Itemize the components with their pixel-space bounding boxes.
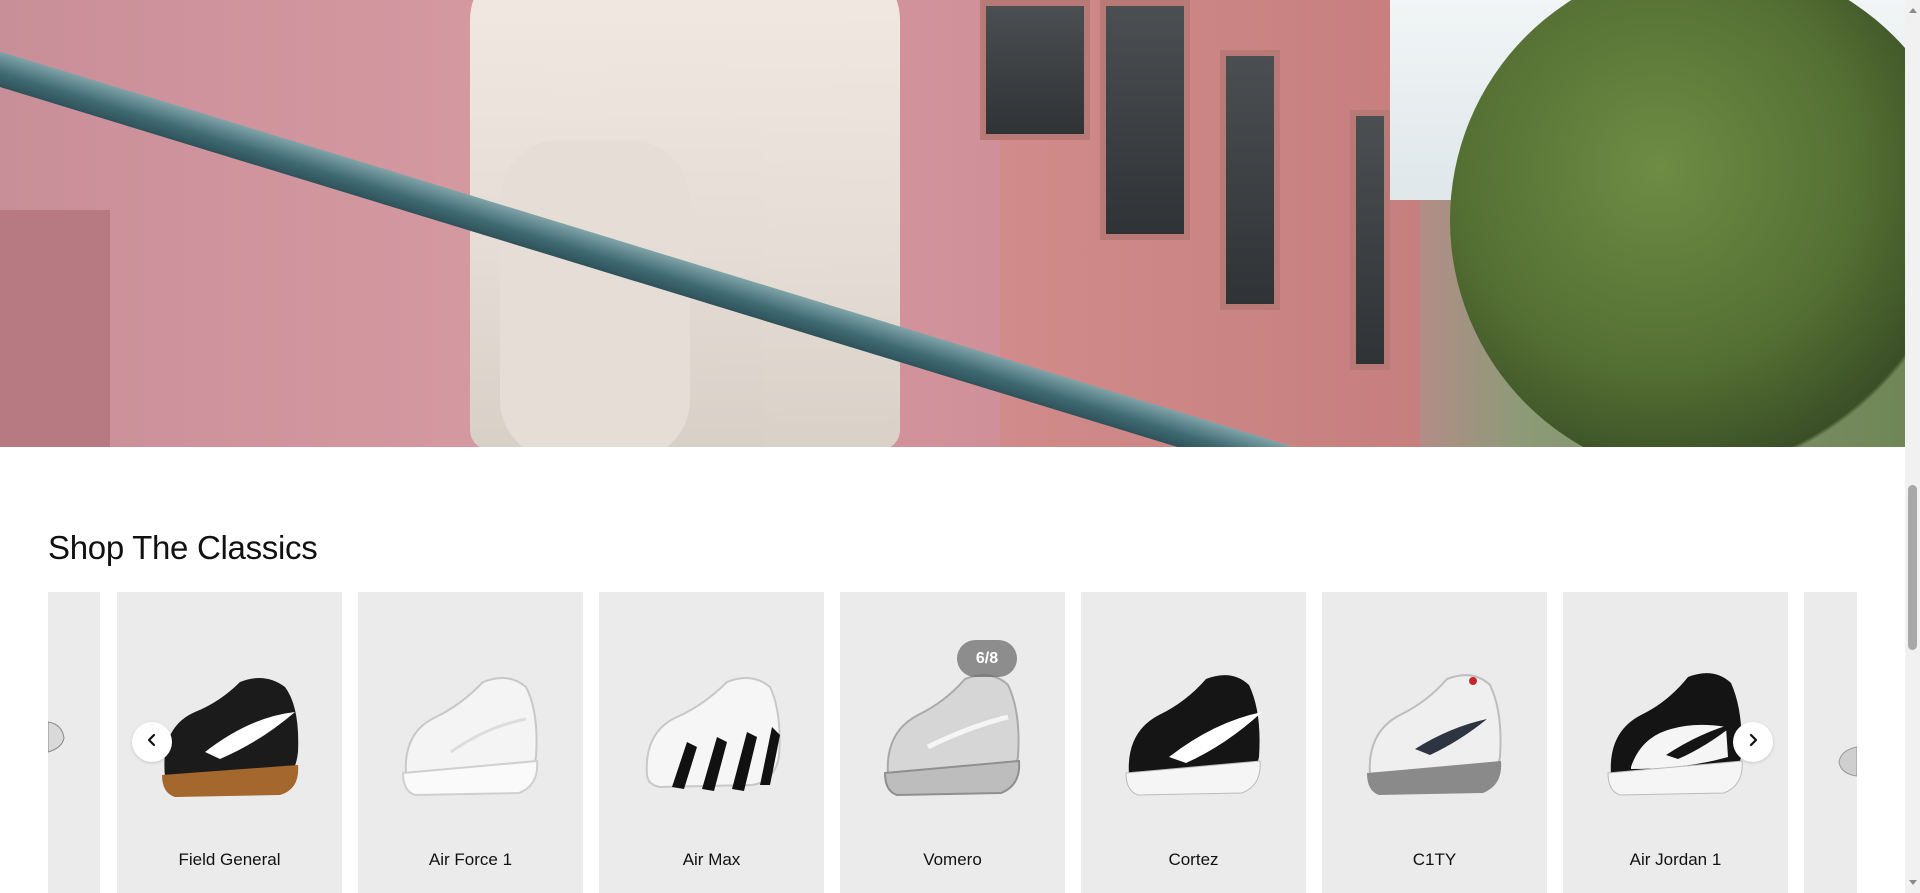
carousel-card[interactable]: C1TY bbox=[1322, 592, 1547, 893]
shoe-image bbox=[358, 652, 583, 812]
hero-person-leg bbox=[500, 140, 690, 447]
carousel-prev-button[interactable] bbox=[132, 722, 172, 762]
section-title: Shop The Classics bbox=[48, 529, 318, 566]
hero-tree bbox=[1450, 0, 1905, 447]
chevron-left-icon bbox=[145, 733, 159, 752]
scrollbar-thumb[interactable] bbox=[1908, 485, 1917, 650]
carousel-counter: 6/8 bbox=[957, 640, 1017, 677]
shoe-image bbox=[840, 652, 1065, 812]
page-scrollbar[interactable] bbox=[1905, 0, 1920, 893]
shoe-image bbox=[1322, 652, 1547, 812]
hero-window bbox=[1220, 50, 1280, 310]
hero-window bbox=[1350, 110, 1390, 370]
classics-carousel[interactable]: Field General Air Force 1 Air Max Vomero… bbox=[48, 592, 1857, 893]
shoe-image bbox=[1081, 652, 1306, 812]
shoe-image bbox=[48, 652, 100, 812]
shoe-image bbox=[599, 652, 824, 812]
card-label: Air Force 1 bbox=[428, 850, 513, 869]
scroll-down-arrow-icon[interactable] bbox=[1909, 880, 1917, 885]
carousel-card[interactable]: Vomero bbox=[840, 592, 1065, 893]
card-label: Air Max bbox=[682, 850, 741, 869]
scroll-up-arrow-icon[interactable] bbox=[1909, 8, 1917, 13]
card-label: Cortez bbox=[1168, 850, 1219, 869]
card-label: C1TY bbox=[1412, 850, 1457, 869]
card-label: Air Jordan 1 bbox=[1629, 850, 1722, 869]
carousel-card-partial[interactable] bbox=[1804, 592, 1857, 893]
card-label: Vomero bbox=[923, 850, 982, 869]
carousel-next-button[interactable] bbox=[1733, 722, 1773, 762]
carousel-card[interactable]: Air Force 1 bbox=[358, 592, 583, 893]
carousel-card-partial[interactable] bbox=[48, 592, 100, 893]
carousel-card[interactable]: Cortez bbox=[1081, 592, 1306, 893]
card-label: Field General bbox=[178, 850, 281, 869]
hero-wall-shadow bbox=[0, 210, 110, 447]
carousel-card[interactable]: Air Max bbox=[599, 592, 824, 893]
hero-image bbox=[0, 0, 1905, 447]
shoe-image bbox=[1804, 652, 1857, 812]
chevron-right-icon bbox=[1746, 733, 1760, 752]
hero-window bbox=[1100, 0, 1190, 240]
hero-window bbox=[980, 0, 1090, 140]
